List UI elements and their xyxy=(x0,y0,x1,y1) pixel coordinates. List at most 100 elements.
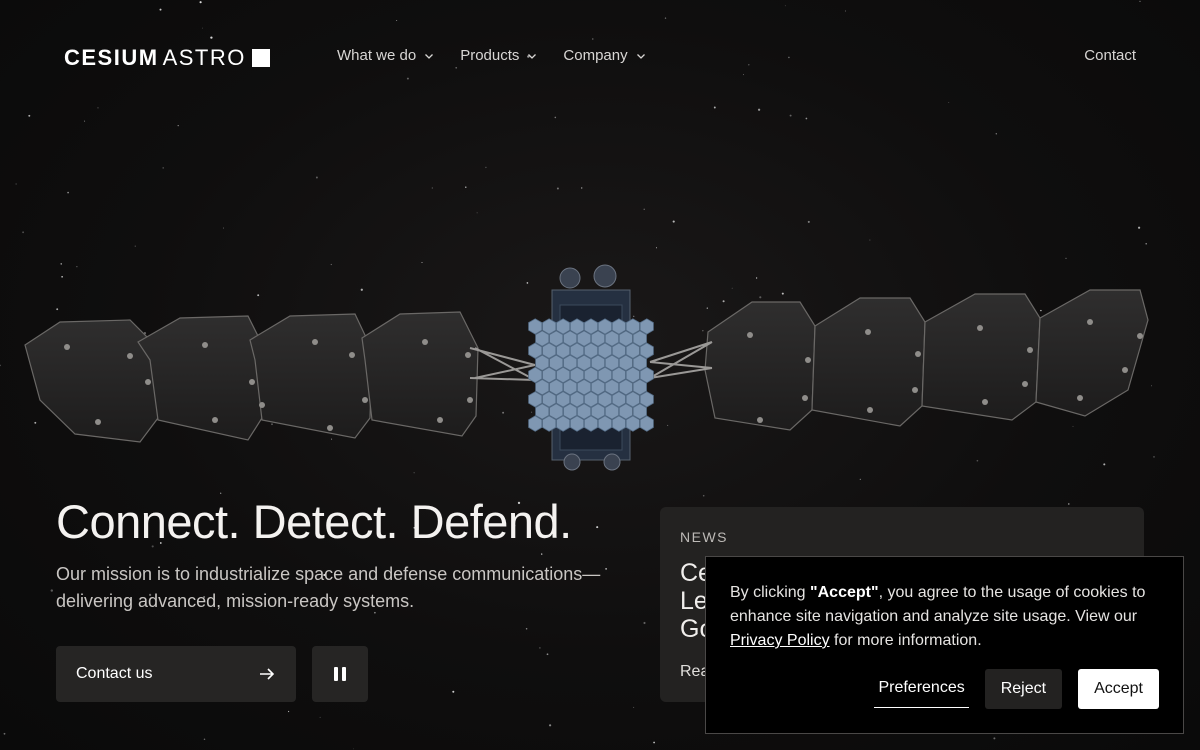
panel-bolt xyxy=(362,397,368,403)
preferences-button[interactable]: Preferences xyxy=(874,671,969,708)
star xyxy=(653,741,656,744)
star xyxy=(554,116,557,119)
accept-button[interactable]: Accept xyxy=(1078,669,1159,709)
array-tile xyxy=(618,379,633,396)
star xyxy=(223,227,225,229)
brand-logo[interactable]: CESIUM ASTRO xyxy=(64,45,270,71)
array-tile xyxy=(528,342,543,359)
star xyxy=(452,690,455,693)
chevron-down-icon xyxy=(425,53,434,59)
nav-item-products[interactable]: Products xyxy=(460,47,537,64)
panel-bolt xyxy=(95,419,101,425)
star xyxy=(1145,242,1147,245)
star xyxy=(525,628,528,630)
nav-item-company[interactable]: Company xyxy=(563,47,645,64)
array-tile xyxy=(528,415,543,432)
panel-bolt xyxy=(867,407,873,413)
star xyxy=(28,114,31,117)
array-tile xyxy=(632,379,647,396)
panel-bolt xyxy=(757,417,763,423)
star xyxy=(162,167,164,169)
array-tile xyxy=(591,354,605,371)
array-tile xyxy=(639,415,654,432)
star xyxy=(1137,226,1141,229)
cookie-text-after: for more information. xyxy=(829,632,982,649)
nav-item-label: Company xyxy=(563,47,628,64)
star xyxy=(556,187,559,190)
reject-button[interactable]: Reject xyxy=(984,669,1063,709)
panel-bolt xyxy=(1087,319,1093,325)
chevron-down-icon xyxy=(528,53,537,59)
contact-us-button[interactable]: Contact us xyxy=(56,646,296,702)
hero-title: Connect. Detect. Defend. xyxy=(56,495,572,548)
star xyxy=(789,114,792,117)
site-header: CESIUM ASTRO What we do Products Company… xyxy=(0,0,1200,112)
star xyxy=(633,706,635,708)
cookie-accept-quote: "Accept" xyxy=(810,584,879,601)
panel-bolt xyxy=(977,325,983,331)
array-tile xyxy=(597,415,612,432)
star xyxy=(805,117,808,120)
contact-link[interactable]: Contact xyxy=(1084,47,1136,64)
star xyxy=(655,247,658,249)
star xyxy=(315,176,318,179)
page: CESIUM ASTRO What we do Products Company… xyxy=(0,0,1200,750)
array-tile xyxy=(528,366,543,384)
panel-bolt xyxy=(212,417,218,423)
panel-bolt xyxy=(1122,367,1128,373)
star xyxy=(485,166,487,169)
right-solar-array xyxy=(704,289,1149,431)
square-icon xyxy=(251,49,270,67)
array-tile xyxy=(528,318,543,335)
nav-item-what-we-do[interactable]: What we do xyxy=(337,47,434,64)
array-tile xyxy=(591,330,605,347)
array-tile xyxy=(577,379,592,396)
panel-bolt xyxy=(64,344,70,350)
array-tile xyxy=(549,379,564,396)
panel-bolt xyxy=(1022,381,1028,387)
panel-bolt xyxy=(437,417,443,423)
star xyxy=(352,748,354,750)
array-tile xyxy=(611,415,626,432)
phased-array xyxy=(528,318,654,432)
hero-subtitle: Our mission is to industrialize space an… xyxy=(56,564,601,611)
panel-bolt xyxy=(349,352,355,358)
star xyxy=(548,724,552,727)
star xyxy=(319,716,321,718)
panel-bolt xyxy=(912,387,918,393)
panel-bolt xyxy=(249,379,255,385)
panel-bolt xyxy=(465,352,471,358)
star xyxy=(203,738,206,740)
star xyxy=(869,239,871,241)
cookie-text: By clicking "Accept", you agree to the u… xyxy=(730,581,1159,653)
pause-button[interactable] xyxy=(312,646,368,702)
pause-icon xyxy=(334,667,338,681)
panel-bolt xyxy=(805,357,811,363)
star xyxy=(596,526,599,529)
privacy-policy-link[interactable]: Privacy Policy xyxy=(730,632,830,649)
nav-item-label: Products xyxy=(460,47,520,64)
nav-item-label: What we do xyxy=(337,47,417,64)
star xyxy=(672,220,675,223)
panel-bolt xyxy=(1137,333,1143,339)
news-label: NEWS xyxy=(680,529,728,545)
panel-bolt xyxy=(127,353,133,359)
pause-icon-bar xyxy=(342,667,346,681)
star xyxy=(465,186,467,188)
panel-bolt xyxy=(1027,347,1033,353)
panel-bolt xyxy=(259,402,265,408)
panel-bolt xyxy=(422,339,428,345)
panel-bolt xyxy=(312,339,318,345)
star xyxy=(15,183,17,185)
arrow-right-icon xyxy=(260,668,275,680)
star xyxy=(134,245,136,247)
array-tile xyxy=(570,415,585,432)
array-tile xyxy=(535,379,550,396)
star xyxy=(580,187,583,189)
star xyxy=(993,737,996,740)
panel-bolt xyxy=(467,397,473,403)
chevron-down-icon xyxy=(636,53,645,59)
array-tile xyxy=(591,379,605,396)
star xyxy=(50,589,53,592)
satellite-illustration xyxy=(24,264,1149,471)
